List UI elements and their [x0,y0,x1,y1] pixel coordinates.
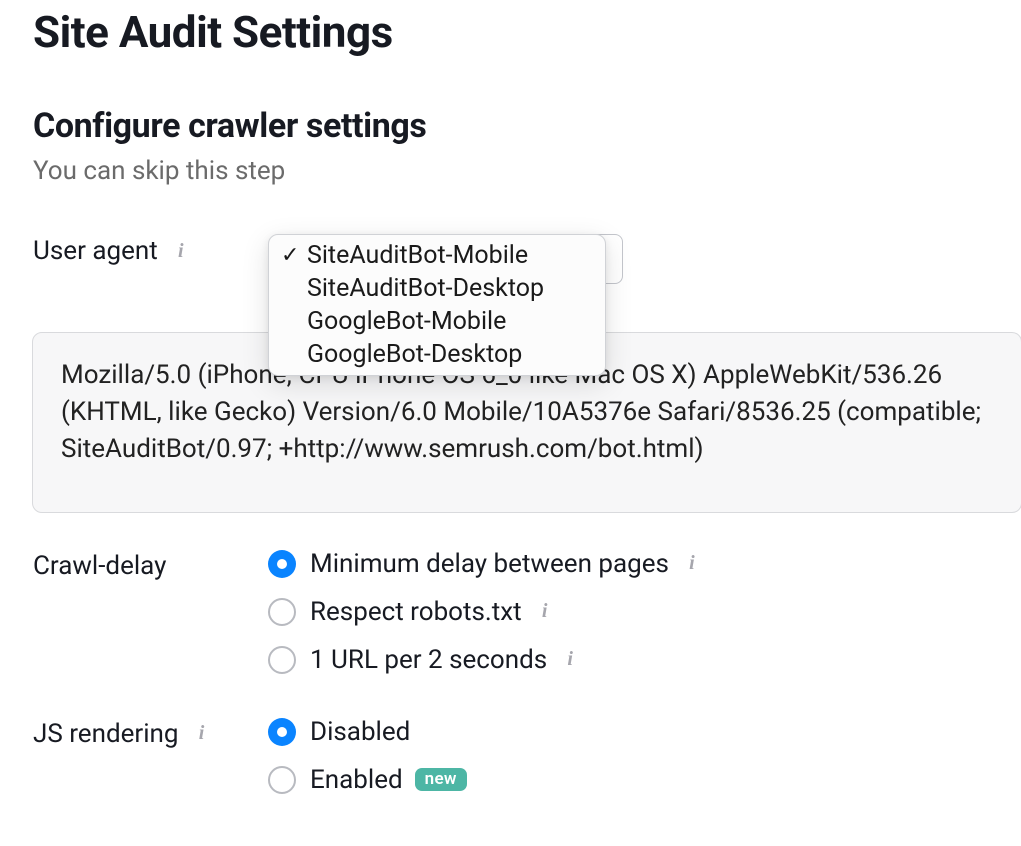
dropdown-item-label: GoogleBot-Mobile [307,307,506,336]
radio-icon [268,646,296,674]
user-agent-label-group: User agent i [33,234,268,266]
dropdown-item-label: GoogleBot-Desktop [307,340,522,369]
user-agent-option-googlebot-desktop[interactable]: GoogleBot-Desktop [269,338,605,371]
user-agent-dropdown: ✓ SiteAuditBot-Mobile SiteAuditBot-Deskt… [268,234,606,376]
page-title: Site Audit Settings [33,6,1021,58]
user-agent-option-googlebot-mobile[interactable]: GoogleBot-Mobile [269,305,605,338]
js-rendering-option-disabled[interactable]: Disabled [268,717,1021,747]
js-rendering-option-enabled[interactable]: Enabled new [268,765,1021,795]
info-icon[interactable]: i [170,240,192,262]
radio-label-text: Minimum delay between pages [310,549,669,579]
dropdown-item-label: SiteAuditBot-Desktop [307,274,544,303]
radio-label-text: Respect robots.txt [310,597,522,627]
js-rendering-label-group: JS rendering i [33,717,268,749]
radio-icon [268,718,296,746]
check-icon: ✓ [281,243,307,268]
info-icon[interactable]: i [559,649,581,671]
radio-icon [268,550,296,578]
crawl-delay-option-minimum[interactable]: Minimum delay between pages i [268,549,1021,579]
section-subtitle: You can skip this step [33,156,1021,186]
radio-icon [268,598,296,626]
crawl-delay-option-robots[interactable]: Respect robots.txt i [268,597,1021,627]
js-rendering-label: JS rendering [33,719,179,749]
dropdown-item-label: SiteAuditBot-Mobile [307,241,528,270]
info-icon[interactable]: i [534,601,556,623]
user-agent-option-siteauditbot-mobile[interactable]: ✓ SiteAuditBot-Mobile [269,239,605,272]
radio-label-text: Disabled [310,717,410,747]
info-icon[interactable]: i [191,723,213,745]
crawl-delay-option-1per2[interactable]: 1 URL per 2 seconds i [268,645,1021,675]
radio-label-text: 1 URL per 2 seconds [310,645,547,675]
crawl-delay-label: Crawl-delay [33,551,166,581]
radio-label-text: Enabled [310,765,403,795]
radio-icon [268,766,296,794]
user-agent-label: User agent [33,236,158,266]
user-agent-option-siteauditbot-desktop[interactable]: SiteAuditBot-Desktop [269,272,605,305]
crawl-delay-label-group: Crawl-delay [33,549,268,581]
section-title: Configure crawler settings [33,106,1021,146]
info-icon[interactable]: i [681,553,703,575]
new-badge: new [415,768,467,791]
